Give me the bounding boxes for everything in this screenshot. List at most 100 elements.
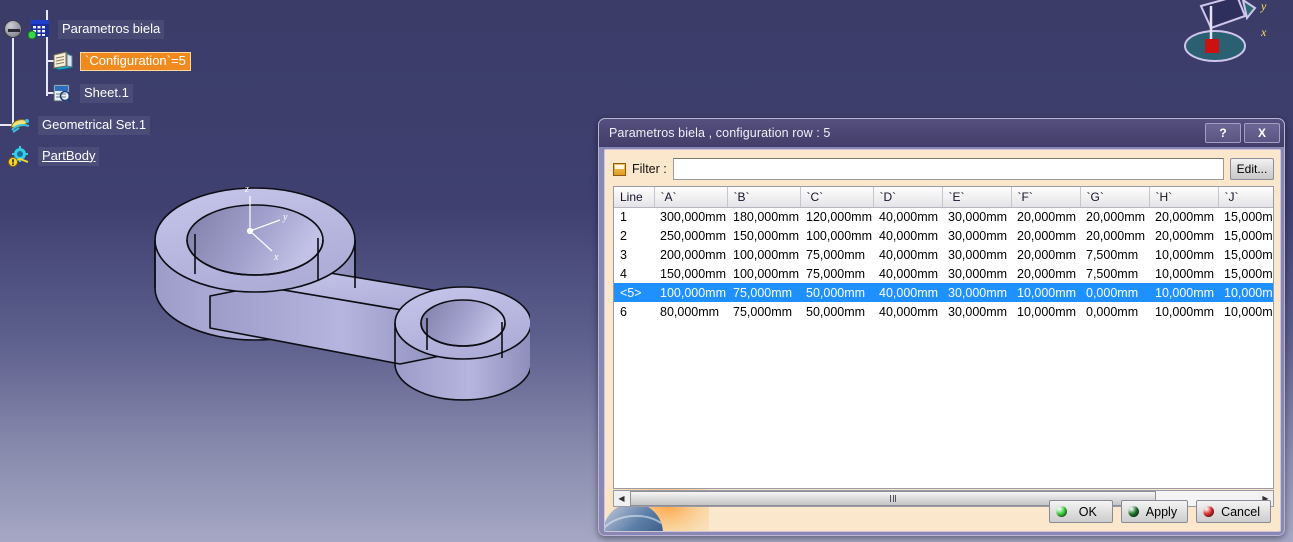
table-cell-line[interactable]: <5>: [614, 283, 654, 302]
ok-button[interactable]: OK: [1048, 500, 1113, 523]
table-cell-G[interactable]: 0,000mm: [1080, 302, 1149, 321]
table-cell-A[interactable]: 200,000mm: [654, 245, 727, 264]
configuration-table[interactable]: Line `A` `B` `C` `D` `E` `F` `G` `H` `J` 1 300,000…: [613, 186, 1274, 489]
table-cell-C[interactable]: 75,000mm: [800, 264, 873, 283]
edit-button[interactable]: Edit...: [1230, 158, 1274, 180]
table-cell-line[interactable]: 1: [614, 207, 654, 226]
table-column-header-A[interactable]: `A`: [654, 187, 728, 208]
tree-collapse-knob[interactable]: [4, 20, 22, 38]
table-column-header-D[interactable]: `D`: [873, 187, 943, 208]
table-cell-E[interactable]: 30,000mm: [942, 207, 1011, 226]
table-column-header-B[interactable]: `B`: [727, 187, 801, 208]
table-cell-C[interactable]: 120,000mm: [800, 207, 873, 226]
table-row[interactable]: 1 300,000mm 180,000mm 120,000mm 40,000mm 30,0…: [614, 207, 1273, 226]
table-cell-E[interactable]: 30,000mm: [942, 264, 1011, 283]
tree-item-sheet1[interactable]: Sheet.1: [50, 82, 133, 104]
table-row[interactable]: 4 150,000mm 100,000mm 75,000mm 40,000mm 30,00…: [614, 264, 1273, 283]
table-cell-F[interactable]: 10,000mm: [1011, 283, 1080, 302]
table-cell-line[interactable]: 2: [614, 226, 654, 245]
table-cell-H[interactable]: 10,000mm: [1149, 264, 1218, 283]
table-column-header-line[interactable]: Line: [614, 187, 655, 208]
tree-item-label: Sheet.1: [80, 83, 133, 103]
close-button[interactable]: X: [1244, 123, 1280, 143]
table-cell-line[interactable]: 6: [614, 302, 654, 321]
table-cell-C[interactable]: 50,000mm: [800, 283, 873, 302]
table-cell-B[interactable]: 75,000mm: [727, 283, 800, 302]
table-cell-C[interactable]: 50,000mm: [800, 302, 873, 321]
table-cell-C[interactable]: 75,000mm: [800, 245, 873, 264]
table-column-header-J[interactable]: `J`: [1218, 187, 1273, 208]
table-cell-D[interactable]: 40,000mm: [873, 283, 942, 302]
tree-item-parametros-biela[interactable]: Parametros biela: [28, 18, 165, 40]
table-cell-A[interactable]: 150,000mm: [654, 264, 727, 283]
table-column-header-H[interactable]: `H`: [1149, 187, 1219, 208]
table-cell-line[interactable]: 4: [614, 264, 654, 283]
table-cell-J[interactable]: 15,000mm: [1218, 207, 1273, 226]
table-cell-H[interactable]: 20,000mm: [1149, 207, 1218, 226]
table-cell-F[interactable]: 20,000mm: [1011, 245, 1080, 264]
geometrical-set-icon: [8, 114, 32, 136]
table-column-header-F[interactable]: `F`: [1011, 187, 1081, 208]
table-cell-B[interactable]: 150,000mm: [727, 226, 800, 245]
table-cell-D[interactable]: 40,000mm: [873, 207, 942, 226]
table-cell-B[interactable]: 180,000mm: [727, 207, 800, 226]
table-cell-line[interactable]: 3: [614, 245, 654, 264]
configuration-dialog[interactable]: Parametros biela , configuration row : 5…: [598, 118, 1285, 536]
dialog-title-bar[interactable]: Parametros biela , configuration row : 5…: [599, 119, 1284, 147]
tree-item-partbody[interactable]: PartBody: [8, 145, 100, 167]
tree-item-configuration[interactable]: `Configuration`=5: [50, 50, 191, 72]
table-cell-C[interactable]: 100,000mm: [800, 226, 873, 245]
table-cell-G[interactable]: 7,500mm: [1080, 264, 1149, 283]
table-cell-E[interactable]: 30,000mm: [942, 302, 1011, 321]
connecting-rod-model[interactable]: z y x: [150, 168, 532, 418]
table-cell-E[interactable]: 30,000mm: [942, 245, 1011, 264]
table-column-header-E[interactable]: `E`: [942, 187, 1012, 208]
table-cell-J[interactable]: 10,000mm: [1218, 302, 1273, 321]
table-row[interactable]: <5> 100,000mm 75,000mm 50,000mm 40,000mm 30,0…: [614, 283, 1273, 302]
filter-input[interactable]: [672, 158, 1224, 180]
table-row[interactable]: 2 250,000mm 150,000mm 100,000mm 40,000mm 30,0…: [614, 226, 1273, 245]
table-cell-H[interactable]: 10,000mm: [1149, 302, 1218, 321]
table-cell-B[interactable]: 75,000mm: [727, 302, 800, 321]
table-cell-A[interactable]: 100,000mm: [654, 283, 727, 302]
table-cell-F[interactable]: 20,000mm: [1011, 207, 1080, 226]
dialog-footer: OK Apply Cancel: [1048, 500, 1271, 523]
table-cell-D[interactable]: 40,000mm: [873, 245, 942, 264]
compass-widget[interactable]: y x: [1167, 0, 1285, 68]
table-cell-G[interactable]: 20,000mm: [1080, 226, 1149, 245]
table-cell-D[interactable]: 40,000mm: [873, 226, 942, 245]
table-cell-D[interactable]: 40,000mm: [873, 264, 942, 283]
table-cell-H[interactable]: 10,000mm: [1149, 283, 1218, 302]
table-cell-H[interactable]: 20,000mm: [1149, 226, 1218, 245]
table-cell-D[interactable]: 40,000mm: [873, 302, 942, 321]
tree-item-geometrical-set[interactable]: Geometrical Set.1: [8, 114, 151, 136]
help-button[interactable]: ?: [1205, 123, 1241, 143]
table-cell-A[interactable]: 250,000mm: [654, 226, 727, 245]
table-cell-A[interactable]: 80,000mm: [654, 302, 727, 321]
table-cell-F[interactable]: 10,000mm: [1011, 302, 1080, 321]
table-cell-F[interactable]: 20,000mm: [1011, 264, 1080, 283]
table-cell-G[interactable]: 7,500mm: [1080, 245, 1149, 264]
table-cell-J[interactable]: 15,000mm: [1218, 226, 1273, 245]
table-cell-J[interactable]: 15,000mm: [1218, 264, 1273, 283]
apply-button[interactable]: Apply: [1120, 500, 1189, 523]
cancel-button-label: Cancel: [1221, 504, 1260, 519]
table-column-header-C[interactable]: `C`: [800, 187, 874, 208]
table-cell-E[interactable]: 30,000mm: [942, 283, 1011, 302]
table-column-header-G[interactable]: `G`: [1080, 187, 1150, 208]
scroll-left-arrow[interactable]: ◀: [614, 491, 629, 506]
table-cell-J[interactable]: 10,000mm: [1218, 283, 1273, 302]
table-cell-B[interactable]: 100,000mm: [727, 245, 800, 264]
table-cell-G[interactable]: 20,000mm: [1080, 207, 1149, 226]
table-row[interactable]: 6 80,000mm 75,000mm 50,000mm 40,000mm 30,000m…: [614, 302, 1273, 321]
table-cell-B[interactable]: 100,000mm: [727, 264, 800, 283]
table-cell-H[interactable]: 10,000mm: [1149, 245, 1218, 264]
table-cell-G[interactable]: 0,000mm: [1080, 283, 1149, 302]
cancel-button[interactable]: Cancel: [1196, 500, 1271, 523]
table-cell-J[interactable]: 15,000mm: [1218, 245, 1273, 264]
table-cell-F[interactable]: 20,000mm: [1011, 226, 1080, 245]
dialog-title: Parametros biela , configuration row : 5: [609, 126, 831, 140]
table-cell-E[interactable]: 30,000mm: [942, 226, 1011, 245]
table-row[interactable]: 3 200,000mm 100,000mm 75,000mm 40,000mm 30,00…: [614, 245, 1273, 264]
table-cell-A[interactable]: 300,000mm: [654, 207, 727, 226]
